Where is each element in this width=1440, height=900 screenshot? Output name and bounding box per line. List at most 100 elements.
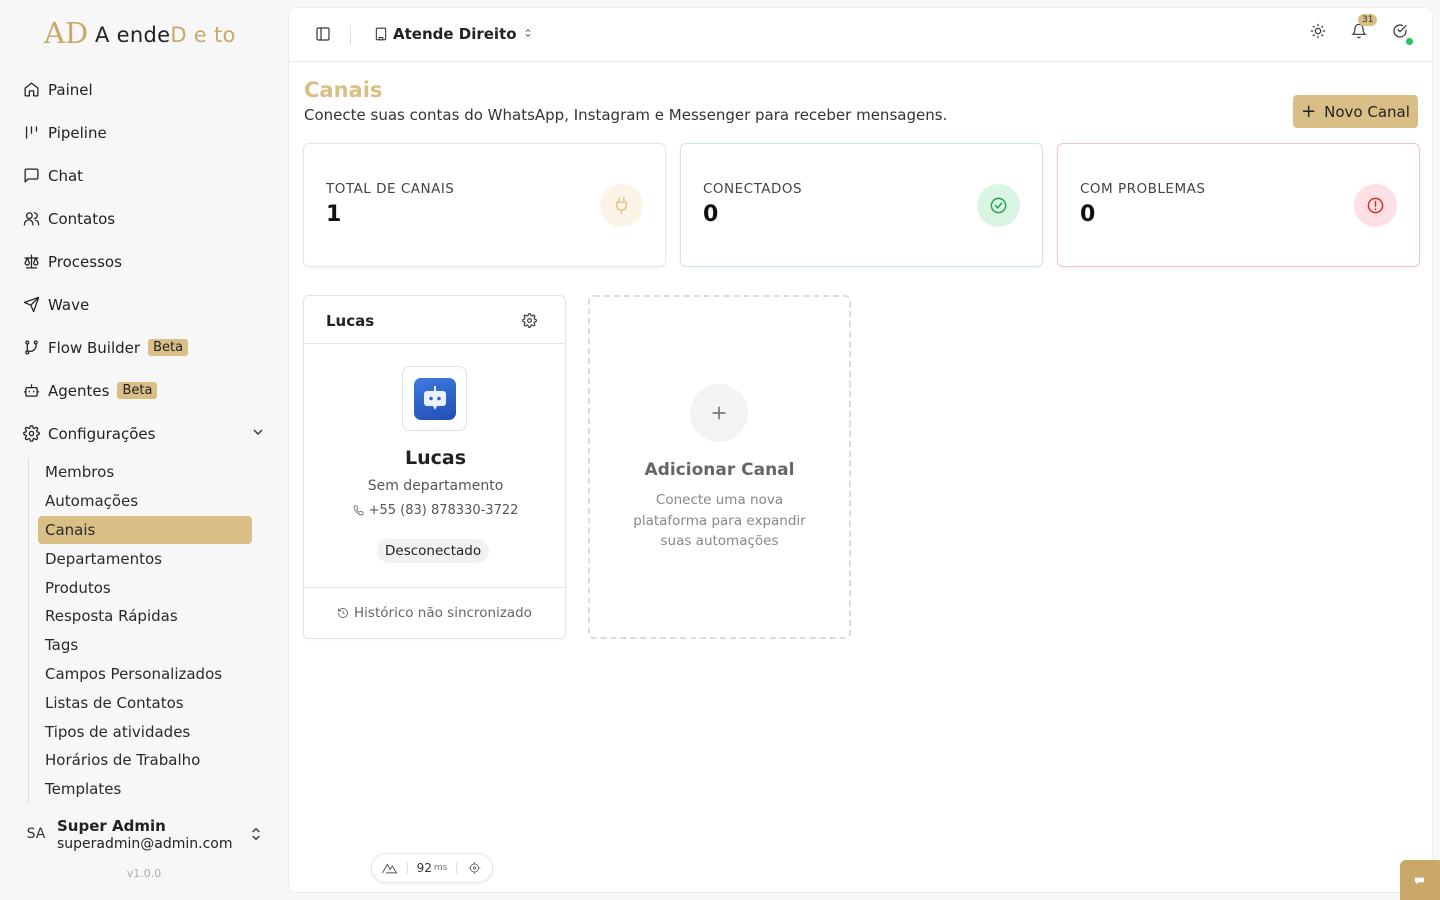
subnav-item-horarios-trabalho[interactable]: Horários de Trabalho (29, 746, 260, 775)
app-version: v1.0.0 (126, 867, 162, 880)
phone-icon (353, 505, 364, 516)
building-icon (375, 27, 387, 40)
user-menu[interactable]: SA Super Admin superadmin@admin.com (22, 814, 272, 854)
beta-badge: Beta (148, 339, 189, 356)
nav-item-chat[interactable]: Chat (18, 154, 274, 197)
channel-card-title: Lucas (326, 312, 375, 330)
notification-count: 31 (1358, 14, 1378, 26)
check-circle-icon (977, 184, 1020, 227)
devbar-divider (406, 862, 408, 874)
subnav-item-membros[interactable]: Membros (29, 458, 260, 487)
robot-icon (413, 377, 456, 420)
logo-mark: AD (44, 16, 89, 50)
topbar-actions: 31 (1310, 14, 1413, 45)
nav-label: Agentes (48, 381, 110, 400)
subnav-item-produtos[interactable]: Produtos (29, 573, 260, 602)
chevron-down-icon[interactable] (250, 424, 266, 444)
nav-label: Chat (48, 166, 84, 185)
new-channel-label: Novo Canal (1324, 102, 1410, 121)
app-logo[interactable]: AD A endeD e to (44, 16, 236, 52)
devbar-divider (456, 862, 458, 874)
users-icon (22, 210, 40, 228)
add-channel-card[interactable]: Adicionar Canal Conecte uma nova platafo… (588, 295, 851, 639)
chat-icon (22, 167, 40, 185)
nav-item-flow-builder[interactable]: Flow Builder Beta (18, 326, 274, 369)
subnav-item-canais[interactable]: Canais (38, 515, 252, 545)
user-email: superadmin@admin.com (57, 835, 233, 852)
chat-widget-button[interactable] (1400, 860, 1440, 900)
flow-icon (22, 339, 40, 357)
status-check-icon[interactable] (1392, 23, 1413, 45)
subnav-item-campos-personalizados[interactable]: Campos Personalizados (29, 660, 260, 689)
dev-toolbar: 92 ms (371, 853, 493, 883)
subnav-item-tags[interactable]: Tags (29, 631, 260, 660)
stat-value: 1 (326, 202, 342, 227)
nav-item-configuracoes[interactable]: Configurações (18, 412, 274, 455)
page-title: Canais (304, 78, 383, 102)
send-icon (22, 296, 40, 314)
home-icon (22, 81, 40, 99)
history-icon (338, 608, 348, 618)
nav-label: Painel (48, 80, 93, 99)
nav-label: Configurações (48, 424, 156, 443)
chevrons-up-down-icon (523, 24, 533, 43)
nav-item-processos[interactable]: Processos (18, 240, 274, 283)
nav-item-painel[interactable]: Painel (18, 68, 274, 111)
nav-item-pipeline[interactable]: Pipeline (18, 111, 274, 154)
pipeline-icon (22, 124, 40, 142)
nav-item-agentes[interactable]: Agentes Beta (18, 369, 274, 412)
topbar-divider (350, 25, 351, 45)
subnav-item-respostas-rapidas[interactable]: Resposta Rápidas (29, 602, 260, 631)
stat-value: 0 (703, 202, 719, 227)
nav-label: Contatos (48, 209, 116, 228)
stat-label: COM PROBLEMAS (1080, 181, 1206, 197)
plus-icon (690, 384, 748, 442)
nav-item-contatos[interactable]: Contatos (18, 197, 274, 240)
channel-name: Lucas (404, 447, 467, 469)
nav-label: Pipeline (48, 123, 107, 142)
org-switcher[interactable]: Atende Direito (374, 24, 533, 43)
sun-icon[interactable] (1310, 23, 1326, 39)
topbar: Atende Direito 31 (289, 8, 1432, 62)
scale-icon (22, 253, 40, 271)
gear-icon[interactable] (522, 313, 537, 332)
bell-icon[interactable]: 31 (1351, 14, 1378, 39)
avatar: SA (26, 826, 46, 842)
stat-card-total: TOTAL DE CANAIS 1 (303, 143, 666, 267)
org-name: Atende Direito (393, 24, 517, 43)
subnav-item-automacoes[interactable]: Automações (29, 487, 260, 516)
subnav-item-templates[interactable]: Templates (29, 775, 260, 804)
logo-text: A endeD e to (95, 23, 236, 47)
channel-department: Sem departamento (367, 478, 504, 494)
subnav-item-tipos-atividades[interactable]: Tipos de atividades (29, 717, 260, 746)
nuxt-icon[interactable] (381, 861, 398, 875)
nav-label: Flow Builder (48, 338, 141, 357)
render-time-unit: ms (433, 863, 448, 873)
channel-avatar (402, 366, 467, 431)
stat-card-connected: CONECTADOS 0 (680, 143, 1043, 267)
new-channel-button[interactable]: + Novo Canal (1293, 95, 1418, 128)
alert-circle-icon (1354, 184, 1397, 227)
main-nav: Painel Pipeline Chat Contatos Processos … (18, 68, 274, 455)
stat-label: TOTAL DE CANAIS (326, 181, 455, 197)
beta-badge: Beta (117, 382, 158, 399)
settings-subnav: Membros Automações Canais Departamentos … (28, 458, 260, 804)
add-channel-description: Conecte uma nova plataforma para expandi… (633, 492, 806, 549)
subnav-item-departamentos[interactable]: Departamentos (29, 544, 260, 573)
crosshair-icon[interactable] (466, 861, 483, 875)
nav-label: Processos (48, 252, 122, 271)
channel-card: Lucas Lucas Sem departamento +55 (83) 87… (303, 295, 566, 639)
channel-phone: +55 (83) 878330-3722 (304, 503, 567, 518)
nav-item-wave[interactable]: Wave (18, 283, 274, 326)
stat-value: 0 (1080, 202, 1096, 227)
chevrons-up-down-icon[interactable] (248, 825, 264, 847)
channel-card-footer: Histórico não sincronizado (304, 587, 565, 638)
bot-icon (22, 382, 40, 400)
nav-label: Wave (48, 295, 90, 314)
status-badge: Desconectado (377, 539, 490, 563)
subnav-item-listas-contatos[interactable]: Listas de Contatos (29, 688, 260, 717)
plus-icon: + (1301, 100, 1317, 122)
stat-label: CONECTADOS (703, 181, 803, 197)
sidebar-toggle-icon[interactable] (315, 26, 331, 42)
main-panel: Atende Direito 31 Canais Conecte suas co… (288, 7, 1433, 893)
